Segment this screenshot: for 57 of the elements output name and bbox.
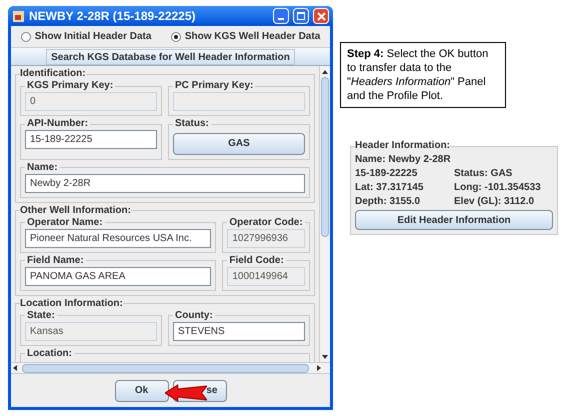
window-title: NEWBY 2-28R (15-189-22225) xyxy=(29,8,197,25)
text-field[interactable]: PANOMA GAS AREA xyxy=(25,266,212,286)
text-field[interactable]: Pioneer Natural Resources USA Inc. xyxy=(25,228,212,248)
close-icon xyxy=(316,12,326,20)
section-title: Location Information: xyxy=(20,298,123,310)
text-field[interactable]: 1027996936 xyxy=(227,228,305,248)
field-label: State: xyxy=(26,310,56,322)
field-label: Status: xyxy=(174,118,210,130)
info-text: Elev (GL): 3112.0 xyxy=(454,194,536,208)
right-arrow-icon xyxy=(317,365,322,371)
section-title: Identification: xyxy=(20,68,86,80)
field-label: County: xyxy=(174,310,214,322)
info-text: Long: -101.354533 xyxy=(454,180,542,194)
field-label: KGS Primary Key: xyxy=(26,80,114,92)
text-field[interactable]: Newby 2-28R xyxy=(25,174,305,192)
info-text: Lat: 37.317145 xyxy=(355,180,424,194)
text-field[interactable]: STEVENS xyxy=(173,322,305,340)
down-arrow-icon xyxy=(322,354,328,358)
up-arrow-icon xyxy=(322,70,328,74)
field-label: API-Number: xyxy=(26,118,90,130)
text-field[interactable]: 0 xyxy=(25,92,157,111)
callout-text: Step 4: Select the OK button to transfer data to the "Headers Information" Panel and the Profile Plot. xyxy=(347,48,488,102)
field-label: Field Code: xyxy=(228,254,285,266)
radio-label: Show KGS Well Header Data xyxy=(184,30,320,44)
dialog-button[interactable]: Ok xyxy=(114,380,168,402)
text-field[interactable]: Kansas xyxy=(25,322,157,340)
scroll-thumb[interactable] xyxy=(321,77,329,237)
radio-option[interactable]: Show KGS Well Header Data xyxy=(170,29,320,44)
text-field[interactable] xyxy=(173,92,305,111)
info-text: 15-189-22225 xyxy=(355,166,418,180)
section-title: Other Well Information: xyxy=(20,204,131,216)
info-text: Depth: 3155.0 xyxy=(355,194,422,208)
text-field[interactable]: 15-189-22225 xyxy=(25,130,157,149)
field-label: Field Name: xyxy=(26,254,85,266)
scroll-thumb[interactable] xyxy=(22,364,309,372)
status-button[interactable]: GAS xyxy=(173,132,305,154)
horizontal-scrollbar[interactable] xyxy=(11,362,330,373)
info-text: Name: Newby 2-28R xyxy=(355,152,452,166)
search-button[interactable]: Search KGS Database for Well Header Information xyxy=(46,48,295,64)
field-label: Operator Code: xyxy=(228,216,304,228)
maximize-button[interactable] xyxy=(293,8,309,24)
radio-button[interactable] xyxy=(20,32,31,42)
field-label: Name: xyxy=(26,162,59,174)
close-button[interactable] xyxy=(313,8,329,24)
arrow-pointer-icon xyxy=(165,383,207,403)
text-field[interactable]: 1000149964 xyxy=(227,266,305,286)
radio-button[interactable] xyxy=(170,32,181,42)
field-label: PC Primary Key: xyxy=(174,80,254,92)
radio-label: Show Initial Header Data xyxy=(34,30,152,44)
field-label: Location: xyxy=(26,348,73,360)
info-text: Status: GAS xyxy=(454,166,514,180)
radio-option[interactable]: Show Initial Header Data xyxy=(20,29,152,44)
panel-title: Header Information: xyxy=(355,140,450,152)
vertical-scrollbar[interactable] xyxy=(319,66,330,362)
edit-header-button[interactable]: Edit Header Information xyxy=(355,210,553,230)
field-label: Operator Name: xyxy=(26,216,104,228)
minimize-button[interactable] xyxy=(273,8,289,24)
